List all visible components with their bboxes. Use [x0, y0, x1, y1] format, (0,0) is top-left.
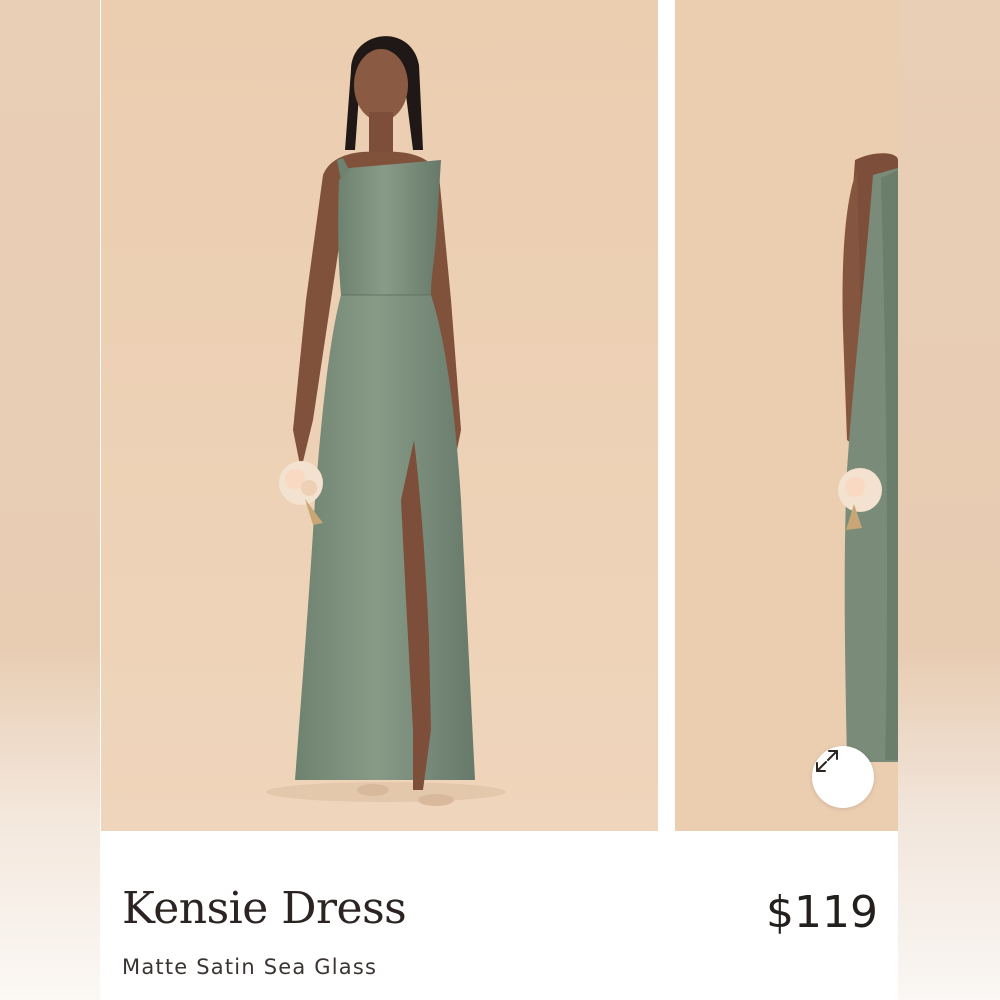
gallery-divider — [658, 0, 675, 831]
product-info: Kensie Dress $119 Matte Satin Sea Glass — [101, 831, 898, 1000]
product-card: Kensie Dress $119 Matte Satin Sea Glass — [0, 0, 1000, 1000]
product-image-secondary[interactable] — [675, 0, 898, 831]
blurred-background-right — [898, 0, 1000, 1000]
product-variant: Matte Satin Sea Glass — [122, 955, 378, 979]
expand-arrows-icon — [816, 750, 838, 772]
product-image-main[interactable] — [101, 0, 658, 831]
expand-image-button[interactable] — [812, 746, 874, 808]
blurred-background-left — [0, 0, 100, 1000]
product-price: $119 — [766, 887, 878, 938]
product-name: Kensie Dress — [122, 883, 407, 934]
model-side-illustration — [675, 0, 898, 831]
model-front-illustration — [101, 0, 658, 831]
